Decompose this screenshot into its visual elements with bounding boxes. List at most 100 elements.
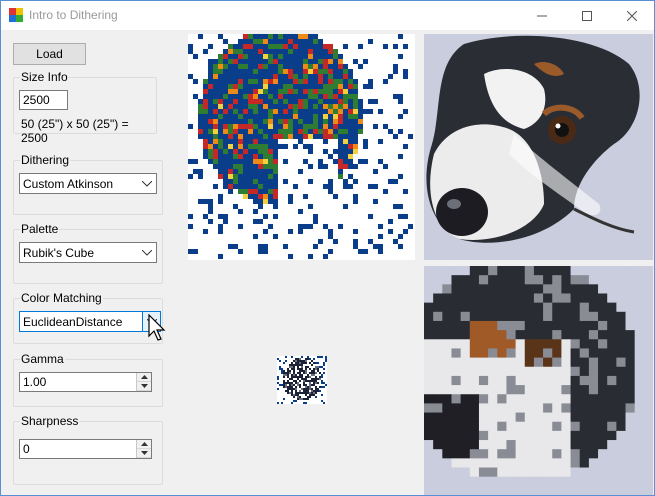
minimize-button[interactable]	[519, 1, 564, 30]
dithering-group: Dithering Custom Atkinson	[13, 153, 163, 215]
thumbnail-pixel	[317, 362, 319, 364]
photo-pixel	[442, 366, 452, 377]
dither-pixel	[258, 119, 263, 124]
dither-pixel	[353, 194, 358, 199]
dither-pixel	[328, 124, 333, 129]
dither-pixel	[313, 119, 318, 124]
chevron-down-icon[interactable]	[138, 243, 156, 262]
sharpness-spinner[interactable]	[136, 440, 151, 458]
dither-pixel	[318, 134, 323, 139]
dither-pixel	[238, 149, 243, 154]
photo-pixel	[442, 449, 452, 459]
dither-pixel	[328, 64, 333, 69]
thumbnail-pixel	[283, 384, 285, 386]
dither-pixel	[243, 49, 248, 54]
photo-pixel	[552, 403, 562, 414]
gamma-spinner[interactable]	[136, 373, 151, 391]
dither-pixel	[228, 69, 233, 74]
dither-pixel	[308, 74, 313, 79]
thumbnail-pixel	[321, 394, 323, 396]
dither-pixel	[318, 114, 323, 119]
photo-pixel	[424, 293, 434, 304]
sharpness-input[interactable]: 0	[19, 439, 152, 459]
gamma-input[interactable]: 1.00	[19, 372, 152, 392]
dither-pixel	[253, 109, 258, 114]
dither-pixel	[228, 149, 233, 154]
spin-up-icon[interactable]	[137, 373, 151, 382]
dither-pixel	[348, 79, 353, 84]
thumbnail-pixel	[305, 398, 307, 400]
palette-select[interactable]: Rubik's Cube	[19, 242, 157, 263]
thumbnail-preview	[277, 356, 327, 404]
photo-pixel	[625, 449, 636, 459]
thumbnail-pixel	[297, 392, 299, 394]
photo-pixel	[488, 366, 498, 377]
load-button[interactable]: Load	[13, 43, 86, 65]
photo-pixel	[570, 339, 581, 349]
photo-pixel	[561, 385, 572, 395]
dither-pixel	[378, 109, 383, 114]
dither-pixel	[233, 129, 238, 134]
dither-pixel	[253, 169, 258, 174]
dither-pixel	[228, 174, 233, 179]
dither-pixel	[268, 134, 273, 139]
title-bar[interactable]: Intro to Dithering	[1, 1, 654, 30]
close-button[interactable]	[609, 1, 654, 30]
spin-down-icon[interactable]	[137, 449, 151, 458]
dither-pixel	[248, 169, 253, 174]
dither-pixel	[288, 54, 293, 59]
dither-pixel	[313, 114, 318, 119]
dither-pixel	[403, 214, 408, 219]
dither-pixel	[268, 194, 273, 199]
spin-down-icon[interactable]	[137, 382, 151, 391]
color-matching-select[interactable]: EuclideanDistance	[19, 311, 161, 332]
photo-pixel	[579, 403, 590, 414]
photo-pixel	[643, 476, 653, 487]
thumbnail-pixel	[293, 400, 295, 402]
spin-up-icon[interactable]	[137, 440, 151, 449]
photo-pixel	[607, 449, 617, 459]
thumbnail-pixel	[277, 388, 279, 390]
dither-pixel	[208, 84, 213, 89]
dither-pixel	[298, 44, 303, 49]
dither-pixel	[198, 174, 203, 179]
dither-pixel	[273, 109, 278, 114]
photo-pixel	[570, 293, 581, 304]
photo-pixel	[506, 366, 517, 377]
dither-pixel	[348, 184, 353, 189]
dither-pixel	[238, 124, 243, 129]
dither-pixel	[268, 139, 273, 144]
size-input[interactable]: 2500	[19, 90, 68, 110]
dither-pixel	[303, 99, 308, 104]
dithering-select[interactable]: Custom Atkinson	[19, 173, 157, 194]
thumbnail-pixel	[293, 376, 295, 378]
thumbnail-pixel	[305, 384, 307, 386]
dither-pixel	[363, 59, 368, 64]
thumbnail-pixel	[291, 390, 293, 392]
thumbnail-pixel	[297, 396, 299, 398]
photo-pixel	[616, 449, 627, 459]
dither-pixel	[263, 94, 268, 99]
dither-pixel	[278, 99, 283, 104]
dithered-image	[188, 34, 415, 260]
thumbnail-pixel	[305, 386, 307, 388]
dither-pixel	[353, 229, 358, 234]
photo-pixel	[469, 430, 480, 441]
photo-pixel	[561, 339, 572, 349]
palette-value: Rubik's Cube	[23, 246, 94, 260]
photo-pixel	[488, 330, 498, 340]
dither-pixel	[338, 174, 343, 179]
dither-pixel	[188, 159, 193, 164]
photo-pixel	[524, 394, 535, 404]
thumbnail-pixel	[307, 396, 309, 398]
photo-pixel	[433, 430, 443, 441]
dither-pixel	[233, 114, 238, 119]
thumbnail-pixel	[299, 398, 301, 400]
maximize-button[interactable]	[564, 1, 609, 30]
thumbnail-pixel	[305, 366, 307, 368]
dither-pixel	[253, 89, 258, 94]
thumbnail-pixel	[299, 376, 301, 378]
dither-pixel	[208, 209, 213, 214]
photo-pixel	[643, 302, 653, 313]
chevron-down-icon[interactable]	[138, 174, 156, 193]
